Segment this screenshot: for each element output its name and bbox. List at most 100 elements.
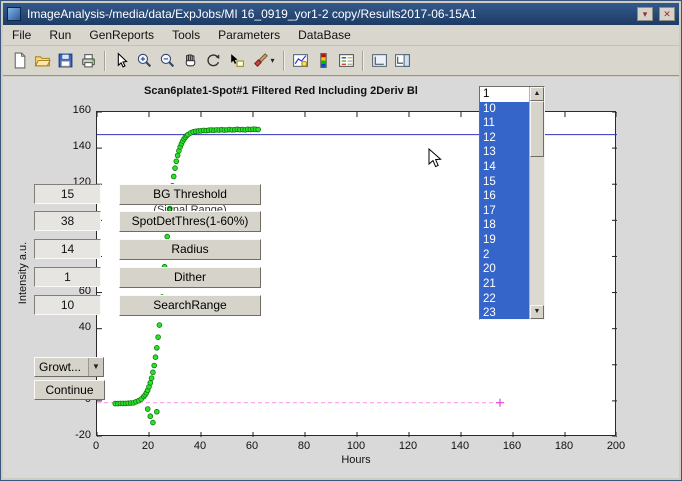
show-plot-tools-button[interactable] [391, 49, 414, 72]
listbox-scrollbar[interactable]: ▲ ▼ [529, 87, 544, 319]
listbox-item-18[interactable]: 18 [480, 218, 529, 233]
edit-plot-button[interactable] [110, 49, 133, 72]
close-button[interactable]: ✕ [659, 7, 675, 21]
plot-title: Scan6plate1-Spot#1 Filtered Red Includin… [144, 85, 418, 97]
bg-threshold-button[interactable]: BG Threshold [119, 184, 261, 205]
x-tick-label: 120 [391, 440, 425, 452]
zoom-in-button[interactable] [133, 49, 156, 72]
save-figure-button[interactable] [54, 49, 77, 72]
bg-threshold-field[interactable]: 15 [34, 184, 101, 204]
print-figure-button[interactable] [77, 49, 100, 72]
zoom-out-icon [159, 52, 176, 69]
growth-mode-dropdown-label: Growt... [35, 358, 88, 376]
growth-mode-dropdown[interactable]: Growt... ▼ [34, 357, 104, 377]
listbox-item-23[interactable]: 23 [480, 306, 529, 319]
toolbar-separator [362, 51, 364, 71]
app-icon [7, 7, 21, 21]
search-range-field[interactable]: 10 [34, 295, 101, 315]
x-axis-label: Hours [306, 454, 406, 466]
listbox-item-16[interactable]: 16 [480, 189, 529, 204]
channel-listbox[interactable]: 110111213141516171819220212223 ▲ ▼ [479, 86, 545, 320]
data-cursor-button[interactable] [225, 49, 248, 72]
listbox-item-2[interactable]: 2 [480, 248, 529, 263]
listbox-item-11[interactable]: 11 [480, 116, 529, 131]
x-tick-label: 180 [547, 440, 581, 452]
data-cursor-icon [228, 52, 245, 69]
hide-plot-tools-icon [371, 52, 388, 69]
legend-icon [338, 52, 355, 69]
dither-field[interactable]: 1 [34, 267, 101, 287]
listbox-item-14[interactable]: 14 [480, 160, 529, 175]
open-folder-icon [34, 52, 51, 69]
menu-item-file[interactable]: File [3, 26, 40, 44]
spot-det-thres-field[interactable]: 38 [34, 211, 101, 231]
title-bar[interactable]: ImageAnalysis-/media/data/ExpJobs/MI 16_… [3, 3, 679, 25]
y-tick-label: -20 [48, 429, 91, 441]
listbox-item-21[interactable]: 21 [480, 277, 529, 292]
search-range-button[interactable]: SearchRange [119, 295, 261, 316]
listbox-item-19[interactable]: 19 [480, 233, 529, 248]
zoom-out-button[interactable] [156, 49, 179, 72]
open-file-button[interactable] [31, 49, 54, 72]
zoom-in-icon [136, 52, 153, 69]
save-icon [57, 52, 74, 69]
radius-field[interactable]: 14 [34, 239, 101, 259]
listbox-item-10[interactable]: 10 [480, 102, 529, 117]
menu-item-genreports[interactable]: GenReports [80, 26, 163, 44]
window-title: ImageAnalysis-/media/data/ExpJobs/MI 16_… [27, 7, 631, 21]
colorbar-icon [315, 52, 332, 69]
menu-item-tools[interactable]: Tools [163, 26, 209, 44]
x-tick-label: 0 [79, 440, 113, 452]
scrollbar-thumb[interactable] [530, 101, 544, 157]
listbox-item-1[interactable]: 1 [480, 87, 529, 102]
listbox-item-13[interactable]: 13 [480, 145, 529, 160]
rotate-icon [205, 52, 222, 69]
radius-button[interactable]: Radius [119, 239, 261, 260]
menu-item-parameters[interactable]: Parameters [209, 26, 289, 44]
x-tick-label: 100 [339, 440, 373, 452]
minimize-button[interactable]: ▾ [637, 7, 653, 21]
listbox-item-22[interactable]: 22 [480, 292, 529, 307]
link-plot-button[interactable] [289, 49, 312, 72]
toolbar-separator [283, 51, 285, 71]
menu-item-database[interactable]: DataBase [289, 26, 360, 44]
brush-button[interactable]: ▾ [248, 49, 279, 72]
scroll-up-icon[interactable]: ▲ [530, 87, 544, 101]
x-tick-label: 60 [235, 440, 269, 452]
listbox-item-15[interactable]: 15 [480, 175, 529, 190]
brush-dropdown-caret[interactable]: ▾ [270, 56, 274, 65]
hand-icon [182, 52, 199, 69]
scroll-down-icon[interactable]: ▼ [530, 305, 544, 319]
brush-icon [252, 52, 269, 69]
toolbar-separator [104, 51, 106, 71]
arrow-pointer-icon [113, 52, 130, 69]
spot-det-thres-button[interactable]: SpotDetThres(1-60%) [119, 211, 261, 232]
insert-colorbar-button[interactable] [312, 49, 335, 72]
y-axis-label: Intensity a.u. [17, 208, 29, 338]
hide-plot-tools-button[interactable] [368, 49, 391, 72]
x-tick-label: 160 [495, 440, 529, 452]
listbox-item-20[interactable]: 20 [480, 262, 529, 277]
insert-legend-button[interactable] [335, 49, 358, 72]
dropdown-arrow-icon[interactable]: ▼ [88, 358, 103, 376]
pan-button[interactable] [179, 49, 202, 72]
mouse-cursor-icon [428, 148, 442, 174]
printer-icon [80, 52, 97, 69]
y-tick-label: 40 [48, 321, 91, 333]
toolbar: ▾ [3, 46, 679, 76]
y-tick-label: 140 [48, 140, 91, 152]
y-tick-label: 160 [48, 104, 91, 116]
new-figure-icon [11, 52, 28, 69]
listbox-item-17[interactable]: 17 [480, 204, 529, 219]
listbox-item-12[interactable]: 12 [480, 131, 529, 146]
x-tick-label: 200 [599, 440, 633, 452]
x-tick-label: 20 [131, 440, 165, 452]
continue-button[interactable]: Continue [34, 380, 105, 400]
x-tick-label: 80 [287, 440, 321, 452]
new-figure-button[interactable] [8, 49, 31, 72]
dither-button[interactable]: Dither [119, 267, 261, 288]
rotate-3d-button[interactable] [202, 49, 225, 72]
menu-item-run[interactable]: Run [40, 26, 80, 44]
app-window: ImageAnalysis-/media/data/ExpJobs/MI 16_… [0, 0, 682, 481]
x-tick-label: 40 [183, 440, 217, 452]
